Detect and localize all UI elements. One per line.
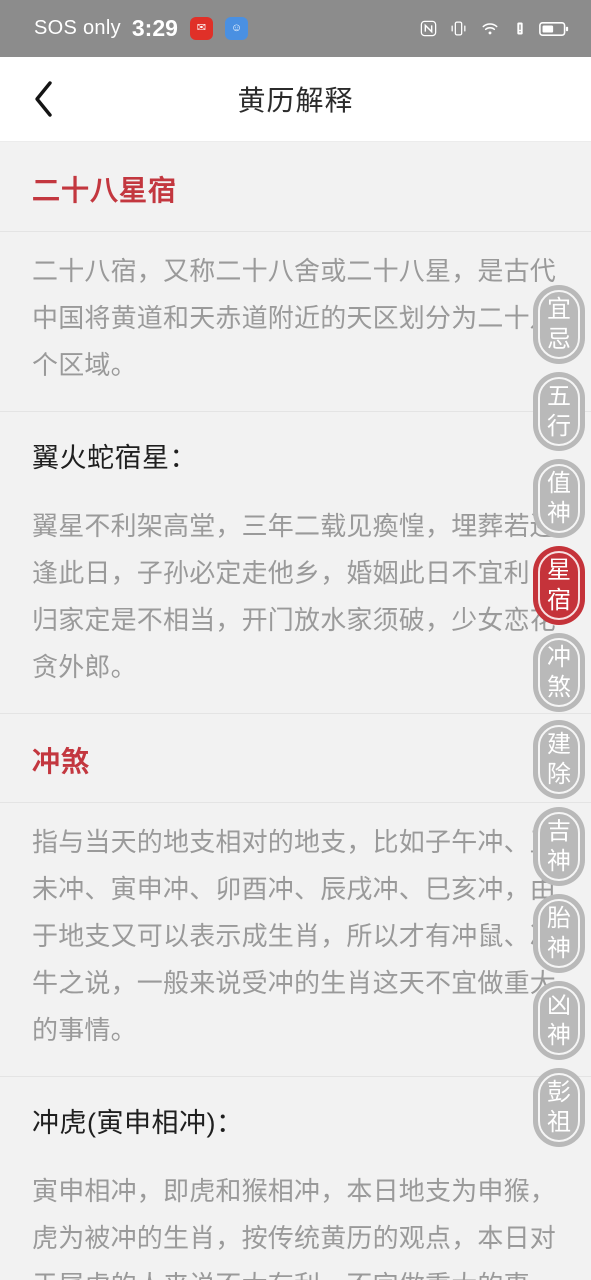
side-tab-char-top: 冲 — [547, 643, 571, 671]
side-tab-wuxing[interactable]: 五行 — [533, 372, 585, 451]
side-tab-xiongshen[interactable]: 凶神 — [533, 981, 585, 1060]
side-tab-char-bottom: 神 — [547, 499, 571, 527]
side-tab-jianchu[interactable]: 建除 — [533, 720, 585, 799]
section-title-xingxiu: 二十八星宿 — [32, 175, 178, 206]
chevron-left-icon — [35, 81, 52, 117]
red-app-badge: ✉ — [189, 17, 213, 40]
side-tab-yiji[interactable]: 宜忌 — [533, 285, 585, 364]
section-intro-chongsha: 指与当天的地支相对的地支，比如子午冲、丑未冲、寅申冲、卯酉冲、辰戌冲、巳亥冲，由… — [32, 827, 557, 1045]
side-tab-pengzu[interactable]: 彭祖 — [533, 1068, 585, 1147]
side-tab-zhishen[interactable]: 值神 — [533, 459, 585, 538]
back-button[interactable] — [18, 73, 70, 125]
side-tab-char-top: 五 — [547, 382, 571, 410]
alert-icon — [512, 19, 528, 38]
battery-icon — [539, 20, 569, 38]
side-tab-char-bottom: 神 — [547, 934, 571, 962]
side-tab-char-bottom: 行 — [547, 412, 571, 440]
status-bar-right — [419, 19, 569, 38]
section-intro-xingxiu: 二十八宿，又称二十八舍或二十八星，是古代中国将黄道和天赤道附近的天区划分为二十八… — [32, 256, 557, 380]
side-tab-char-bottom: 忌 — [547, 325, 571, 353]
blue-app-badge: ☺ — [224, 17, 248, 40]
carrier-label: SOS only — [34, 17, 121, 39]
side-tab-char-bottom: 祖 — [547, 1108, 571, 1136]
blue-app-badge-glyph: ☺ — [230, 22, 243, 34]
section-title-chongsha: 冲煞 — [32, 746, 91, 777]
side-tab-chongsha[interactable]: 冲煞 — [533, 633, 585, 712]
side-tab-char-top: 凶 — [547, 991, 571, 1019]
side-tab-char-top: 值 — [547, 469, 571, 497]
side-tab-char-top: 胎 — [547, 904, 571, 932]
side-tab-char-top: 彭 — [547, 1078, 571, 1106]
status-bar: SOS only 3:29 ✉ ☺ — [0, 0, 591, 57]
subsection-body-chonghu: 寅申相冲，即虎和猴相冲，本日地支为申猴，虎为被冲的生肖，按传统黄历的观点，本日对… — [32, 1176, 557, 1280]
subsection-title-chonghu: 冲虎(寅申相冲)： — [32, 1108, 244, 1138]
side-tab-char-bottom: 神 — [547, 847, 571, 875]
side-tab-char-top: 宜 — [547, 295, 571, 323]
side-tab-xingxiu[interactable]: 星宿 — [533, 546, 585, 625]
side-tab-char-bottom: 宿 — [547, 586, 571, 614]
side-tab-char-top: 星 — [547, 556, 571, 584]
side-tab-char-top: 建 — [547, 730, 571, 758]
side-tab-char-bottom: 除 — [547, 760, 571, 788]
content-scroll[interactable]: 二十八星宿 二十八宿，又称二十八舍或二十八星，是古代中国将黄道和天赤道附近的天区… — [0, 143, 591, 1280]
side-tab-taishen[interactable]: 胎神 — [533, 894, 585, 973]
side-tab-char-bottom: 煞 — [547, 673, 571, 701]
side-tab-jishen[interactable]: 吉神 — [533, 807, 585, 886]
vibrate-icon — [449, 19, 468, 38]
clock-label: 3:29 — [131, 15, 178, 41]
side-tab-char-bottom: 神 — [547, 1021, 571, 1049]
title-bar: 黄历解释 — [0, 57, 591, 142]
nfc-icon — [419, 19, 438, 38]
side-tab-char-top: 吉 — [547, 817, 571, 845]
status-bar-left: SOS only 3:29 ✉ ☺ — [34, 15, 248, 42]
red-app-badge-glyph: ✉ — [196, 22, 207, 34]
side-tab-rail: 宜忌五行值神星宿冲煞建除吉神胎神凶神彭祖 — [533, 285, 585, 1147]
wifi-6-icon — [479, 19, 501, 38]
app-screen: SOS only 3:29 ✉ ☺ 黄历解释 二十八星宿 二十八宿，又称二十八舍… — [0, 0, 591, 1280]
subsection-title-yihuoshe: 翼火蛇宿星： — [32, 443, 197, 473]
subsection-body-yihuoshe: 翼星不利架高堂，三年二载见瘓惶，埋葬若还逢此日，子孙必定走他乡，婚姻此日不宜利，… — [32, 511, 557, 682]
page-title: 黄历解释 — [237, 85, 354, 116]
